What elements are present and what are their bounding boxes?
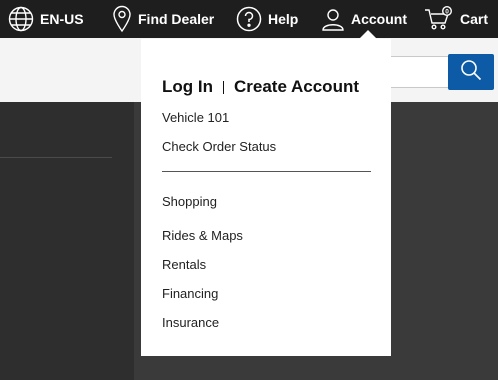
auth-links: Log In Create Account — [162, 77, 359, 97]
cart-count: 0 — [445, 8, 449, 15]
map-pin-icon — [112, 5, 132, 33]
menu-item-shopping[interactable]: Shopping — [162, 194, 217, 209]
search-button[interactable] — [448, 54, 494, 90]
menu-item-check-order-status[interactable]: Check Order Status — [162, 139, 276, 154]
help-label: Help — [268, 11, 299, 27]
cart-label: Cart — [460, 11, 489, 27]
divider — [0, 157, 112, 158]
left-content-panel — [0, 102, 134, 380]
find-dealer-link[interactable]: Find Dealer — [112, 0, 214, 38]
find-dealer-label: Find Dealer — [138, 11, 215, 27]
menu-item-rentals[interactable]: Rentals — [162, 257, 206, 272]
login-link[interactable]: Log In — [162, 77, 213, 97]
locale-label: EN-US — [40, 11, 84, 27]
globe-icon — [8, 6, 34, 32]
question-circle-icon — [236, 6, 262, 32]
search-icon — [460, 59, 482, 86]
account-dropdown-menu: Log In Create Account Vehicle 101 Check … — [141, 39, 391, 356]
menu-item-insurance[interactable]: Insurance — [162, 315, 219, 330]
menu-divider — [162, 171, 371, 172]
cart-icon: 0 — [424, 6, 454, 32]
auth-separator — [222, 80, 224, 94]
dropdown-caret — [359, 30, 377, 39]
menu-item-vehicle-101[interactable]: Vehicle 101 — [162, 110, 229, 125]
top-nav-bar: EN-US Find Dealer Help Account 0 Cart — [0, 0, 498, 38]
user-icon — [321, 7, 345, 31]
locale-selector[interactable]: EN-US — [8, 0, 84, 38]
help-link[interactable]: Help — [236, 0, 298, 38]
menu-item-financing[interactable]: Financing — [162, 286, 218, 301]
menu-item-rides-maps[interactable]: Rides & Maps — [162, 228, 243, 243]
create-account-link[interactable]: Create Account — [234, 77, 359, 97]
cart-link[interactable]: 0 Cart — [424, 0, 488, 38]
account-label: Account — [351, 11, 407, 27]
